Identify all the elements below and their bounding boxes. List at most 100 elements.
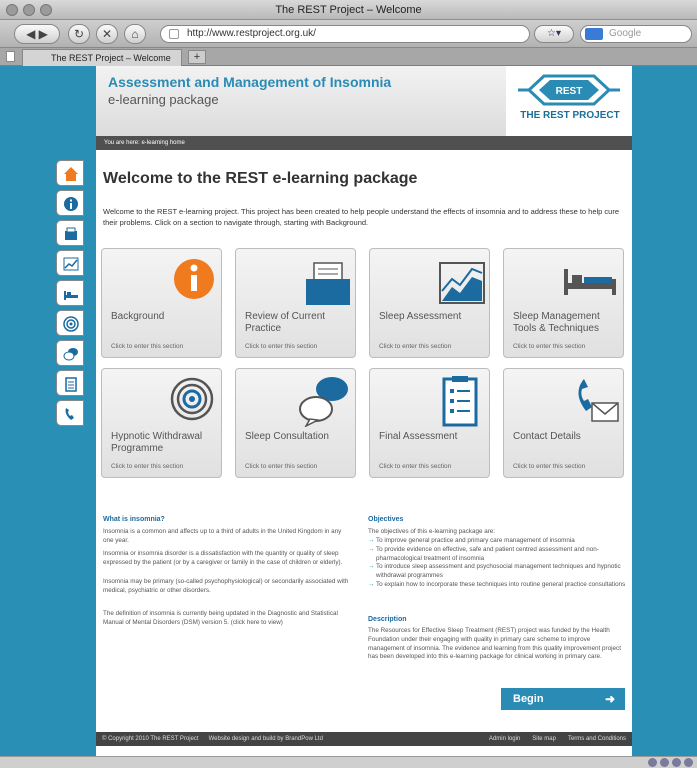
window-controls [6,4,52,16]
page-footer: © Copyright 2010 The REST Project Websit… [96,732,632,746]
back-arrow-icon[interactable]: ◀ [26,27,35,41]
chart-icon [63,257,79,271]
browser-toolbar: ◀ ▶ ↻ ✕ ⌂ http://www.restproject.org.uk/… [0,20,697,48]
minimize-window-button[interactable] [23,4,35,16]
card-cta: Click to enter this section [513,463,586,470]
rest-logo[interactable]: REST THE REST PROJECT [506,66,632,136]
card-sleep-consultation[interactable]: Sleep Consultation Click to enter this s… [235,368,356,478]
window-title: The REST Project – Welcome [275,4,422,16]
folder-icon [306,262,350,305]
list-item: To improve general practice and primary … [368,537,628,546]
side-nav-hypnotic[interactable] [56,310,84,336]
card-contact-details[interactable]: Contact Details Click to enter this sect… [503,368,624,478]
reload-button[interactable]: ↻ [68,24,90,44]
addon-icon[interactable] [672,758,681,767]
card-hypnotic-withdrawal[interactable]: Hypnotic Withdrawal Programme Click to e… [101,368,222,478]
new-tab-button[interactable]: + [188,50,206,64]
card-background[interactable]: Background Click to enter this section [101,248,222,358]
page-title: Welcome to the REST e-learning package [103,170,418,187]
side-nav-home[interactable] [56,160,84,186]
zoom-window-button[interactable] [40,4,52,16]
tab-welcome[interactable]: The REST Project – Welcome [22,49,182,66]
reload-icon: ↻ [73,27,85,41]
card-title: Contact Details [513,431,581,442]
footer-links: Admin login Site map Terms and Condition… [489,732,626,746]
list-item: To introduce sleep assessment and psycho… [368,563,628,581]
list-item: To explain how to incorporate these tech… [368,581,628,590]
admin-login-link[interactable]: Admin login [489,732,520,746]
insomnia-para-1: Insomnia is a common and affects up to a… [103,528,342,544]
info-icon [174,259,214,299]
side-nav [56,160,86,430]
search-placeholder: Google [609,28,642,39]
clipboard-icon [442,376,478,427]
speech-bubble-icon [63,348,78,361]
objectives-intro: The objectives of this e-learning packag… [368,528,496,535]
back-forward-buttons[interactable]: ◀ ▶ [14,24,60,44]
home-icon: ⌂ [131,27,139,41]
search-field[interactable]: Google [580,25,692,43]
begin-label: Begin [513,693,544,705]
site-title: Assessment and Management of Insomnia [108,74,392,90]
site-subtitle: e-learning package [108,92,219,107]
card-title: Final Assessment [379,431,458,442]
card-cta: Click to enter this section [379,343,452,350]
side-nav-assessment[interactable] [56,250,84,276]
insomnia-para-4: The definition of insomnia is currently … [103,610,338,626]
bookmark-star-icon: ☆▾ [547,28,561,39]
site-banner: Assessment and Management of Insomnia e-… [96,66,632,136]
footer-copyright: © Copyright 2010 The REST Project Websit… [102,732,323,746]
close-window-button[interactable] [6,4,18,16]
rest-logo-icon: REST [518,74,620,106]
objectives-heading: Objectives [368,516,404,523]
card-cta: Click to enter this section [111,343,184,350]
address-bar[interactable]: http://www.restproject.org.uk/ [160,25,530,43]
card-sleep-management[interactable]: Sleep Management Tools & Techniques Clic… [503,248,624,358]
info-icon [64,197,78,211]
target-icon [63,316,79,332]
begin-button[interactable]: Begin ➜ [501,688,625,710]
side-nav-review[interactable] [56,220,84,246]
logo-badge-text: REST [556,86,583,97]
card-review[interactable]: Review of Current Practice Click to ente… [235,248,356,358]
description-text: The Resources for Effective Sleep Treatm… [368,627,621,661]
terms-link[interactable]: Terms and Conditions [568,732,626,746]
tab-label: The REST Project – Welcome [51,53,171,63]
line-chart-icon [439,262,485,304]
card-sleep-assessment[interactable]: Sleep Assessment Click to enter this sec… [369,248,490,358]
page-icon [6,51,15,62]
credit-link[interactable]: Website design and build by BrandPow Ltd [209,736,323,742]
site-map-link[interactable]: Site map [532,732,556,746]
search-engine-icon[interactable] [585,28,603,40]
home-button[interactable]: ⌂ [124,24,146,44]
card-title: Sleep Assessment [379,311,462,322]
addon-icon[interactable] [684,758,693,767]
bookmark-star-button[interactable]: ☆▾ [534,25,574,43]
page-content: Assessment and Management of Insomnia e-… [96,66,632,756]
side-nav-background[interactable] [56,190,84,216]
bed-icon [564,269,616,295]
speech-bubble-icon [299,377,348,427]
stop-icon: ✕ [101,27,113,41]
intro-text: Welcome to the REST e-learning project. … [103,207,620,227]
card-final-assessment[interactable]: Final Assessment Click to enter this sec… [369,368,490,478]
browser-status-bar [0,756,697,768]
side-nav-final[interactable] [56,370,84,396]
logo-text: THE REST PROJECT [520,110,620,121]
status-icons [648,758,693,767]
objectives-list: To improve general practice and primary … [368,537,628,590]
addon-icon[interactable] [660,758,669,767]
addon-icon[interactable] [648,758,657,767]
card-cta: Click to enter this section [245,463,318,470]
card-cta: Click to enter this section [379,463,452,470]
forward-arrow-icon[interactable]: ▶ [39,27,48,41]
phone-icon [65,408,74,420]
card-cta: Click to enter this section [513,343,586,350]
stop-button[interactable]: ✕ [96,24,118,44]
folder-icon [65,227,77,240]
side-nav-consultation[interactable] [56,340,84,366]
tab-strip: The REST Project – Welcome + [0,48,697,66]
card-title: Sleep Management Tools & Techniques [513,311,600,334]
side-nav-management[interactable] [56,280,84,306]
side-nav-contact[interactable] [56,400,84,426]
